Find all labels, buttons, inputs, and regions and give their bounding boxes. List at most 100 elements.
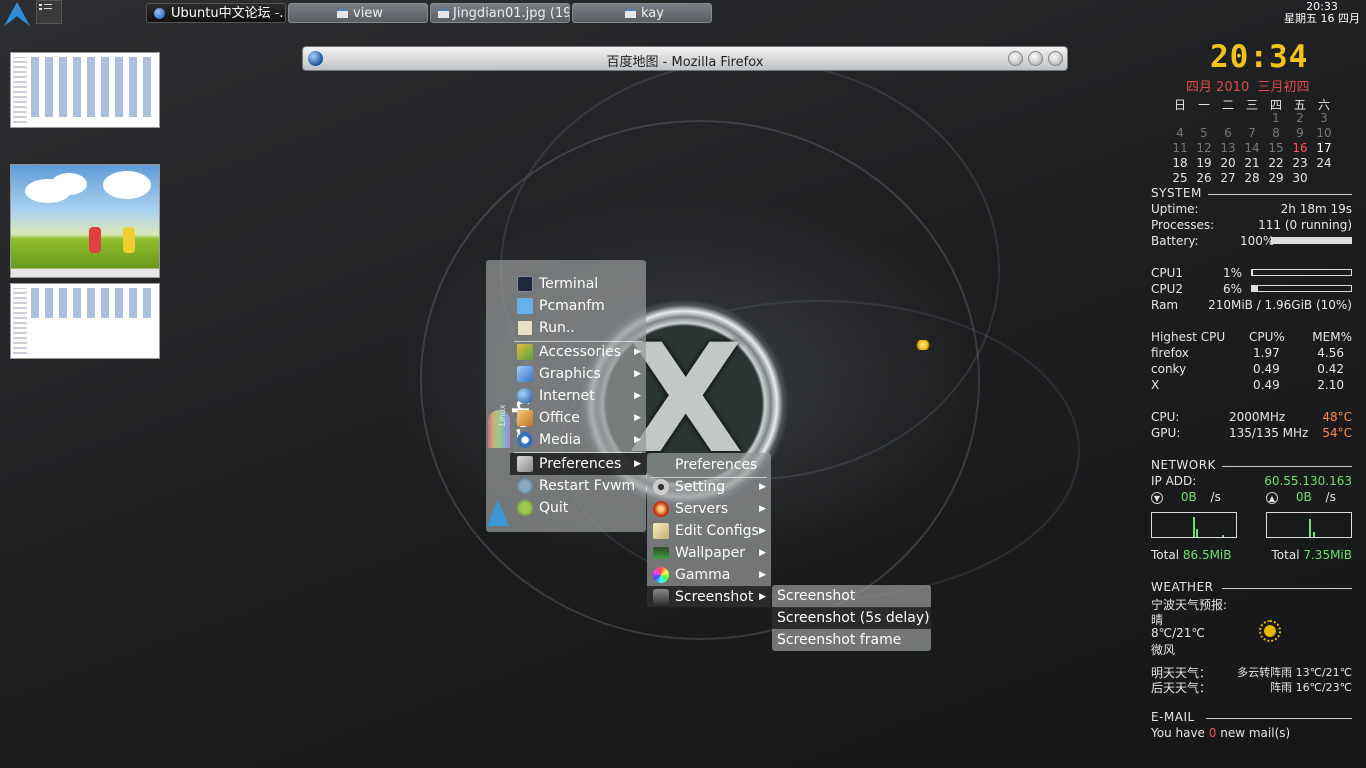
desk-thumbnail-2[interactable] [10,164,160,278]
menu-item-run[interactable]: Run.. [486,317,646,339]
submenu-arrow-icon: ▶ [759,592,766,602]
lunar-date: 三月初四 [1257,80,1310,95]
menu-item-quit[interactable]: Quit [486,497,646,519]
desk-thumbnail-3[interactable] [10,283,160,359]
ram-value: 210MiB / 1.96GiB (10%) [1208,298,1352,312]
after-label: 后天天气： [1151,681,1212,695]
top-row-mem: 4.56 [1317,346,1344,360]
window-icon [625,9,636,18]
edit-configs-icon [653,523,669,539]
after-forecast: 阵雨 16℃/23℃ [1270,681,1352,694]
cpu1-label: CPU1 [1151,266,1184,280]
calendar-month: 四月 2010 三月初四 [1186,80,1310,95]
top-row-cpu: 0.49 [1253,362,1280,376]
processes-label: Processes: [1151,218,1215,232]
servers-icon [653,501,669,517]
task-firefox[interactable]: Ubuntu中文论坛 -... [146,3,286,23]
menu-item-terminal[interactable]: Terminal [486,273,646,295]
preferences-submenu: Preferences Setting ▶ Servers ▶ Edit Con… [647,453,771,608]
cpu1-value: 1% [1222,266,1242,280]
globe-icon [517,388,533,404]
maximize-button[interactable] [1028,51,1043,66]
gamma-icon [653,567,669,583]
conky-clock: 20:34 [1210,39,1309,75]
ip-value: 60.55.130.163 [1264,474,1352,488]
preferences-icon [517,456,533,472]
submenu-item-servers[interactable]: Servers ▶ [647,498,771,520]
menu-item-accessories[interactable]: Accessories ▶ [486,341,646,363]
menu-item-internet[interactable]: Internet ▶ [486,385,646,407]
media-icon [517,432,533,448]
gpu-temp: 54°C [1322,426,1352,440]
download-arrow-icon: ▼ [1151,492,1163,504]
submenu-arrow-icon: ▶ [634,435,641,445]
submenu-item-edit-configs[interactable]: Edit Configs ▶ [647,520,771,542]
ip-label: IP ADD: [1151,474,1197,488]
battery-value: 100% [1240,234,1275,248]
tomorrow-forecast: 多云转阵雨 13℃/21℃ [1237,666,1352,679]
upload-rate: ▲ 0B /s [1266,490,1336,504]
submenu-arrow-icon: ▶ [634,391,641,401]
task-image[interactable]: Jingdian01.jpg (19... [430,3,570,23]
task-label: view [353,6,383,21]
minimize-button[interactable] [1008,51,1023,66]
office-icon [517,410,533,426]
top-row-cpu: 0.49 [1253,378,1280,392]
cpu1-bar [1251,269,1352,276]
email-status: You have 0 new mail(s) [1151,726,1291,740]
top-row-mem: 0.42 [1317,362,1344,376]
top-row-cpu: 1.97 [1253,346,1280,360]
pager-icon[interactable] [36,0,62,24]
task-kay[interactable]: kay [572,3,712,23]
menu-item-media[interactable]: Media ▶ [486,429,646,451]
upload-arrow-icon: ▲ [1266,492,1278,504]
firefox-titlebar[interactable]: 百度地图 - Mozilla Firefox [302,46,1068,71]
top-head-name: Highest CPU [1151,330,1226,344]
gpu-freq: 135/135 MHz [1229,426,1309,440]
accessories-icon [517,344,533,360]
submenu-item-wallpaper[interactable]: Wallpaper ▶ [647,542,771,564]
cpu2-label: CPU2 [1151,282,1184,296]
conky-panel: 20:34 四月 2010 三月初四 日一二三四五六 123 4 5 6 7 8 9 10 … [1151,39,1352,740]
top-row-mem: 2.10 [1317,378,1344,392]
quit-icon [517,500,533,516]
submenu-arrow-icon: ▶ [634,459,641,469]
image-icon [438,9,449,18]
run-icon [517,320,533,336]
camera-icon [653,589,669,605]
uptime-label: Uptime: [1151,202,1199,216]
menu-item-preferences[interactable]: Preferences ▶ [510,453,646,475]
menu-item-restart-fvwm[interactable]: Restart Fvwm [486,475,646,497]
menu-item-office[interactable]: Office ▶ [486,407,646,429]
section-rule [1222,466,1352,467]
task-label: kay [641,6,664,21]
menu-item-graphics[interactable]: Graphics ▶ [486,363,646,385]
submenu-item-screenshot[interactable]: Screenshot [772,585,931,607]
close-button[interactable] [1048,51,1063,66]
system-title: SYSTEM [1151,186,1202,200]
submenu-arrow-icon: ▶ [634,369,641,379]
weather-temp: 8℃/21℃ [1151,626,1205,640]
submenu-item-gamma[interactable]: Gamma ▶ [647,564,771,586]
submenu-item-screenshot-frame[interactable]: Screenshot frame [772,629,931,651]
submenu-item-setting[interactable]: Setting ▶ [647,476,771,498]
submenu-item-screenshot[interactable]: Screenshot ▶ [647,586,771,608]
submenu-item-screenshot-delay[interactable]: Screenshot (5s delay) [772,607,931,629]
task-view[interactable]: view [288,3,428,23]
download-total: Total 86.5MiB [1151,548,1232,562]
ram-label: Ram [1151,298,1179,312]
menu-item-pcmanfm[interactable]: Pcmanfm [486,295,646,317]
cpu-temp-label: CPU: [1151,410,1180,424]
graphics-icon [517,366,533,382]
download-graph [1151,512,1237,538]
submenu-arrow-icon: ▶ [759,548,766,558]
root-menu: rch Linux Terminal Pcmanfm Run.. Accesso… [486,260,646,532]
restart-icon [517,478,533,494]
processes-value: 111 (0 running) [1258,218,1352,232]
firefox-globe-icon [154,8,165,19]
screenshot-submenu: Screenshot Screenshot (5s delay) Screens… [772,585,931,651]
desk-thumbnail-1[interactable] [10,52,160,128]
weather-title: WEATHER [1151,580,1214,594]
submenu-item-preferences[interactable]: Preferences [647,454,771,476]
arch-logo-icon[interactable] [4,2,30,26]
